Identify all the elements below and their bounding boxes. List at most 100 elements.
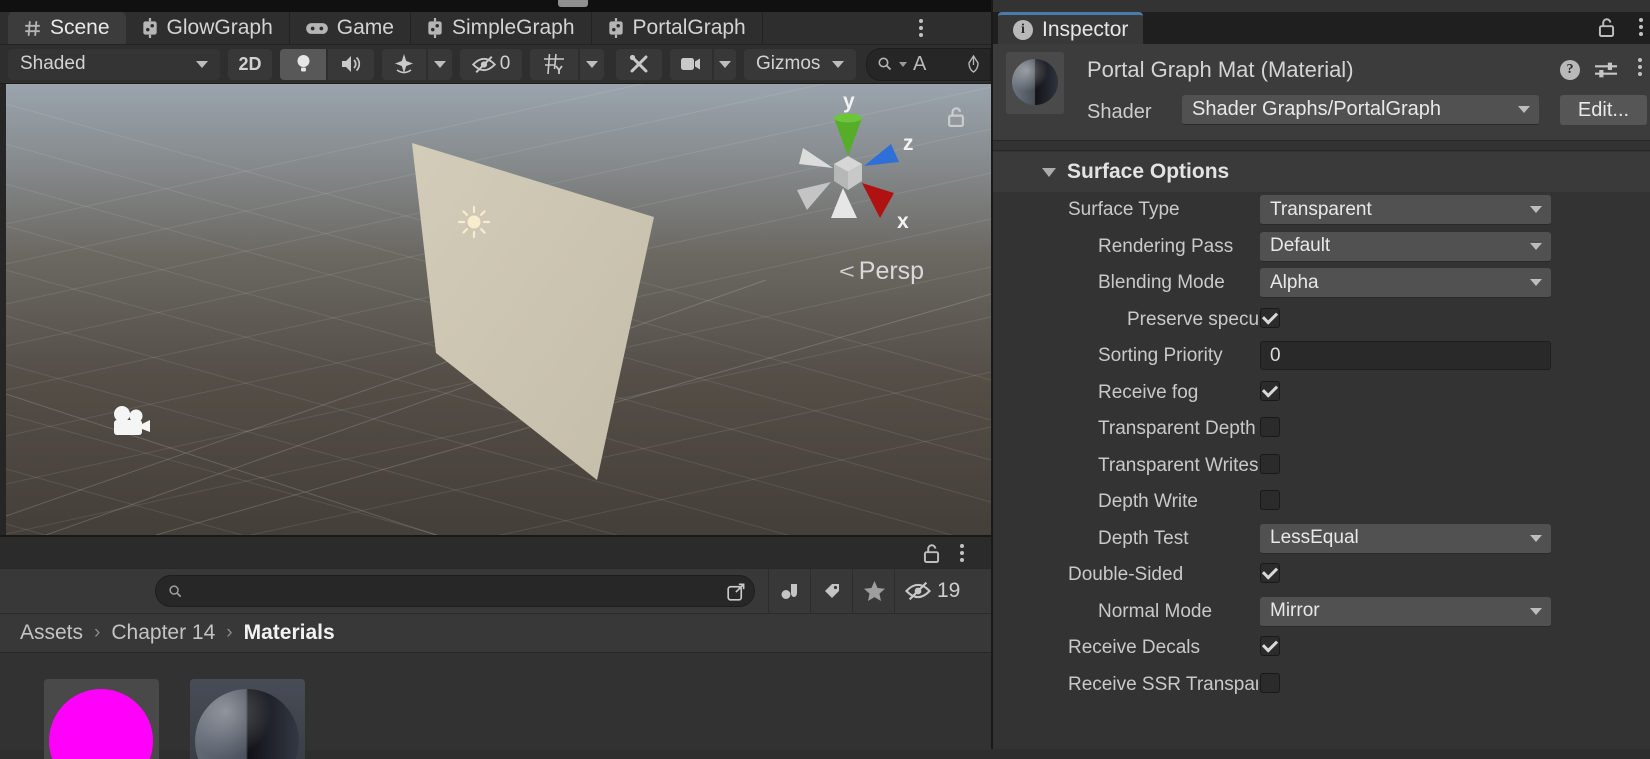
orientation-gizmo[interactable]: y z x xyxy=(773,92,923,237)
chevron-down-icon xyxy=(1530,279,1542,286)
material-menu-kebab-icon[interactable] xyxy=(1630,58,1650,76)
chevron-down-icon xyxy=(1530,206,1542,213)
axis-neg-cone[interactable] xyxy=(797,182,831,210)
pen-icon xyxy=(967,55,980,73)
tab-inspector[interactable]: i Inspector xyxy=(998,12,1144,44)
property-label: Receive Decals xyxy=(1068,637,1200,658)
dropdown-value: LessEqual xyxy=(1270,527,1359,548)
property-row: Blending Mode Alpha xyxy=(993,265,1650,302)
material-title: Portal Graph Mat (Material) xyxy=(1087,57,1354,82)
axis-neg-cone[interactable] xyxy=(831,188,857,218)
tab-simplegraph[interactable]: SimpleGraph xyxy=(410,12,592,44)
gizmos-label: Gizmos xyxy=(756,53,821,74)
search-filter-chevron-icon xyxy=(899,61,907,67)
surface-type-dropdown[interactable]: Transparent xyxy=(1260,195,1551,225)
filter-by-type-button[interactable] xyxy=(768,569,811,613)
preserve-specular-checkbox[interactable] xyxy=(1260,307,1280,328)
breadcrumb-chapter[interactable]: Chapter 14 xyxy=(111,621,215,645)
effects-dropdown-button[interactable] xyxy=(428,48,452,80)
toggle-2d-button[interactable]: 2D xyxy=(228,48,272,80)
project-search-input[interactable] xyxy=(155,575,755,607)
camera-gizmo[interactable] xyxy=(108,402,152,442)
property-label: Surface Type xyxy=(1068,199,1180,220)
presets-icon[interactable] xyxy=(1595,60,1617,80)
axis-z-label: z xyxy=(903,132,914,155)
lock-icon[interactable] xyxy=(946,106,966,128)
search-icon xyxy=(877,56,893,72)
filter-by-label-button[interactable] xyxy=(810,569,853,613)
edit-shader-button[interactable]: Edit... xyxy=(1560,95,1647,125)
tab-glowgraph[interactable]: GlowGraph xyxy=(125,12,290,44)
depth-write-checkbox[interactable] xyxy=(1260,490,1280,510)
receive-decals-checkbox[interactable] xyxy=(1260,636,1280,656)
sorting-priority-field[interactable]: 0 xyxy=(1260,341,1551,370)
axis-x-cone[interactable] xyxy=(862,183,894,218)
grid-visibility-button[interactable] xyxy=(530,48,578,80)
audio-toggle-button[interactable] xyxy=(328,48,374,80)
dropdown-value: Mirror xyxy=(1270,600,1320,621)
transparent-writes-checkbox[interactable] xyxy=(1260,453,1280,474)
gizmos-dropdown[interactable]: Gizmos xyxy=(744,48,856,80)
chevron-left-icon: < xyxy=(839,259,855,284)
breadcrumb-materials[interactable]: Materials xyxy=(244,621,335,645)
scene-camera-button[interactable] xyxy=(670,48,712,80)
tab-game[interactable]: Game xyxy=(289,12,411,44)
toggle-2d-label: 2D xyxy=(238,53,262,74)
material-thumbnail[interactable] xyxy=(1006,52,1064,114)
scene-viewport[interactable]: y z x < Persp xyxy=(6,84,991,535)
lighting-toggle-button[interactable] xyxy=(280,48,326,80)
property-row: Receive SSR Transpare xyxy=(993,667,1650,704)
lock-icon[interactable] xyxy=(922,543,941,564)
effects-toggle-button[interactable] xyxy=(382,48,426,80)
depth-test-dropdown[interactable]: LessEqual xyxy=(1260,523,1551,554)
inspector-tab-label: Inspector xyxy=(1042,17,1129,41)
shader-dropdown[interactable]: Shader Graphs/PortalGraph xyxy=(1182,95,1539,125)
directional-light-gizmo[interactable] xyxy=(456,204,492,240)
grid-dropdown-button[interactable] xyxy=(580,48,604,80)
inspector-menu-kebab-icon[interactable] xyxy=(1631,18,1650,36)
shading-mode-dropdown[interactable]: Shaded xyxy=(8,48,220,80)
property-label: Blending Mode xyxy=(1098,272,1225,293)
hidden-assets-button[interactable]: 19 xyxy=(894,569,991,613)
lock-icon[interactable] xyxy=(1597,17,1616,38)
help-icon[interactable]: ? xyxy=(1560,60,1580,80)
axis-y-cone[interactable] xyxy=(834,118,862,156)
blending-mode-dropdown[interactable]: Alpha xyxy=(1260,268,1551,298)
foldout-triangle-icon xyxy=(1042,167,1056,177)
tab-scene[interactable]: Scene xyxy=(8,12,126,44)
chevron-down-icon xyxy=(719,60,731,68)
project-menu-kebab-icon[interactable] xyxy=(952,544,972,562)
tab-menu-kebab-icon[interactable] xyxy=(911,19,931,37)
breadcrumb-assets[interactable]: Assets xyxy=(20,621,83,645)
receive-fog-checkbox[interactable] xyxy=(1260,380,1280,401)
projection-label: Persp xyxy=(858,257,925,285)
chevron-down-icon xyxy=(1530,534,1542,542)
axis-z-cone[interactable] xyxy=(864,144,899,166)
property-row: Receive fog xyxy=(993,375,1650,412)
property-row: Transparent Writes xyxy=(993,448,1650,485)
component-tools-button[interactable] xyxy=(616,48,662,80)
edit-button-label: Edit... xyxy=(1577,98,1630,121)
axis-neg-cone[interactable] xyxy=(799,148,833,168)
search-value: A xyxy=(913,52,927,75)
projection-toggle[interactable]: < Persp xyxy=(839,256,924,287)
material-asset-portal[interactable] xyxy=(190,679,305,759)
shadergraph-icon xyxy=(608,18,624,38)
camera-dropdown-button[interactable] xyxy=(714,48,736,80)
double-sided-checkbox[interactable] xyxy=(1260,563,1280,583)
normal-mode-dropdown[interactable]: Mirror xyxy=(1260,596,1551,627)
hidden-assets-count: 19 xyxy=(937,579,961,602)
surface-options-section-header[interactable]: Surface Options xyxy=(993,152,1650,192)
transparent-depth-p-checkbox[interactable] xyxy=(1260,417,1280,437)
open-in-window-icon[interactable] xyxy=(727,582,746,601)
favorites-star-button[interactable] xyxy=(852,569,895,613)
receive-ssr-transpare-checkbox[interactable] xyxy=(1260,672,1280,693)
property-label: Transparent Depth P xyxy=(1098,418,1258,439)
scene-visibility-button[interactable]: 0 xyxy=(460,48,522,80)
material-asset-magenta[interactable] xyxy=(44,679,159,759)
property-row: Preserve specular xyxy=(993,302,1650,339)
scene-search-field[interactable]: A xyxy=(866,47,991,81)
rendering-pass-dropdown[interactable]: Default xyxy=(1260,231,1551,262)
tab-portalgraph[interactable]: PortalGraph xyxy=(591,12,763,44)
dropdown-value: Alpha xyxy=(1270,271,1319,293)
